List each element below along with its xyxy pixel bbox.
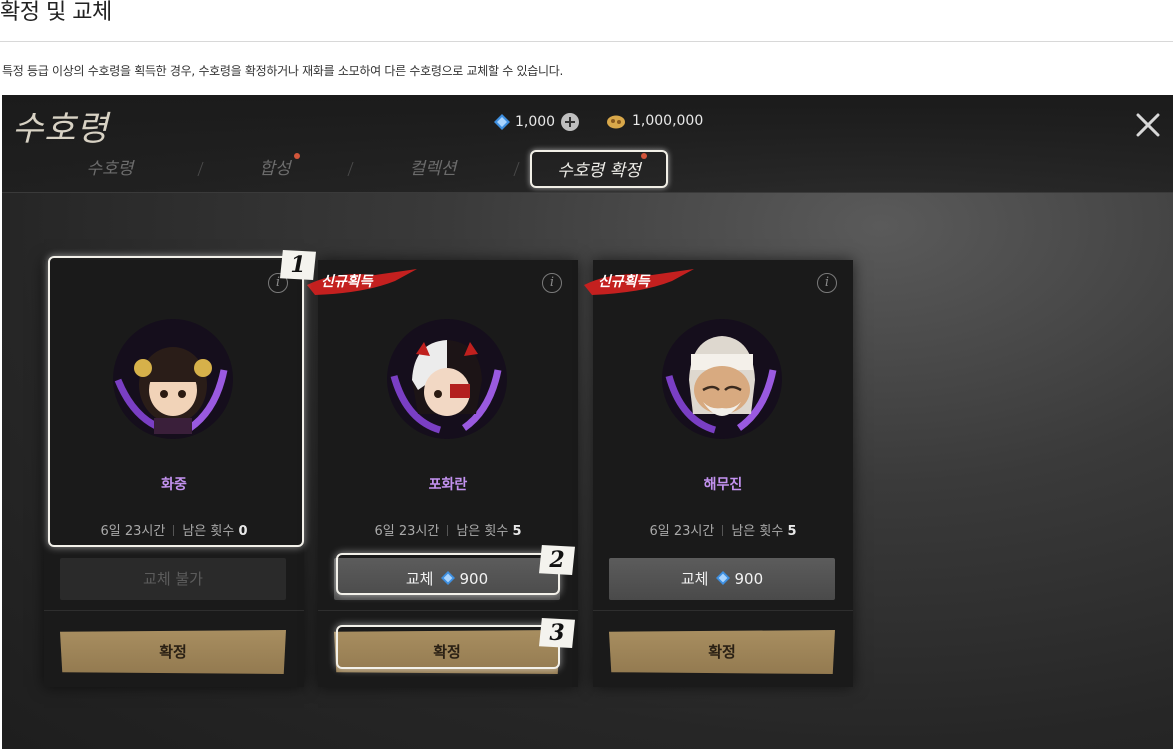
remaining-label: 남은 횟수 [731, 524, 784, 539]
info-icon[interactable]: i [542, 273, 562, 293]
tab-guardian[interactable]: 수호령 [80, 150, 140, 188]
new-acquisition-badge: 신규획득 [305, 267, 417, 297]
tab-divider [513, 162, 520, 176]
gem-amount: 1,000 [515, 114, 556, 130]
card-actions: 교체 900 확정 [593, 552, 853, 687]
timer-text: 6일 23시간 [649, 524, 715, 539]
swap-button[interactable]: 교체 900 [609, 558, 835, 600]
gem-icon [716, 571, 731, 585]
step-1-highlight [48, 256, 304, 547]
game-logo: 수호령 [12, 109, 109, 149]
ribbon-label: 신규획득 [598, 274, 650, 290]
tab-synthesis[interactable]: 합성 [250, 150, 300, 188]
guardian-portrait [387, 319, 507, 439]
gold-currency: 1,000,000 [606, 113, 703, 129]
step-marker-2: 2 [539, 545, 575, 575]
new-acquisition-badge: 신규획득 [582, 267, 694, 297]
tab-bar: 수호령 합성 컬렉션 수호령 확정 [2, 150, 702, 190]
card-divider [318, 610, 578, 611]
guardian-name: 포화란 [428, 477, 468, 493]
game-screenshot: 수호령 1,000 1,000,000 수호령 합성 컬렉션 수호령 확정 i [2, 95, 1173, 749]
step-2-highlight [336, 553, 560, 595]
row-divider [722, 525, 724, 536]
gem-currency: 1,000 [494, 113, 580, 131]
swap-label: 교체 [680, 570, 709, 588]
step-3-highlight [336, 625, 560, 669]
step-marker-3: 3 [539, 618, 575, 648]
page-description: 특정 등급 이상의 수호령을 획득한 경우, 수호령을 확정하거나 재화를 소모… [2, 64, 564, 78]
swap-cost: 900 [734, 570, 764, 588]
remaining-count: 5 [512, 524, 522, 539]
close-icon[interactable] [1135, 112, 1161, 138]
timer-text: 6일 23시간 [374, 524, 440, 539]
guardian-card: i 포화란 6일 23시간 남은 횟수 5 교체 900 확정 [318, 260, 578, 687]
tab-divider [347, 162, 354, 176]
page-title: 확정 및 교체 [0, 0, 112, 25]
tab-collection[interactable]: 컬렉션 [398, 150, 468, 188]
step-marker-1: 1 [280, 250, 316, 280]
notification-dot [641, 153, 647, 159]
guardian-card: i 해무진 6일 23시간 남은 횟수 5 교체 900 확정 [593, 260, 853, 687]
info-icon[interactable]: i [817, 273, 837, 293]
swap-button-disabled: 교체 불가 [60, 558, 286, 600]
card-divider [593, 610, 853, 611]
notification-dot [294, 153, 300, 159]
card-divider [44, 610, 304, 611]
tab-guardian-confirm[interactable]: 수호령 확정 [530, 150, 668, 188]
guardian-portrait [662, 319, 782, 439]
confirm-button[interactable]: 확정 [609, 630, 835, 674]
gold-icon [607, 115, 625, 129]
tab-divider [197, 162, 204, 176]
tab-divider-line [2, 192, 1173, 193]
row-divider [447, 525, 449, 536]
remaining-label: 남은 횟수 [456, 524, 509, 539]
guardian-name: 해무진 [703, 477, 743, 493]
card-actions: 교체 불가 확정 [44, 552, 304, 687]
gold-amount: 1,000,000 [632, 113, 704, 129]
gem-icon [494, 114, 510, 130]
title-divider [0, 41, 1173, 42]
plus-icon[interactable] [561, 113, 580, 131]
ribbon-label: 신규획득 [321, 274, 373, 290]
timer-row: 6일 23시간 남은 횟수 5 [593, 520, 853, 539]
timer-row: 6일 23시간 남은 횟수 5 [318, 520, 578, 539]
remaining-count: 5 [787, 524, 797, 539]
confirm-button[interactable]: 확정 [60, 630, 286, 674]
